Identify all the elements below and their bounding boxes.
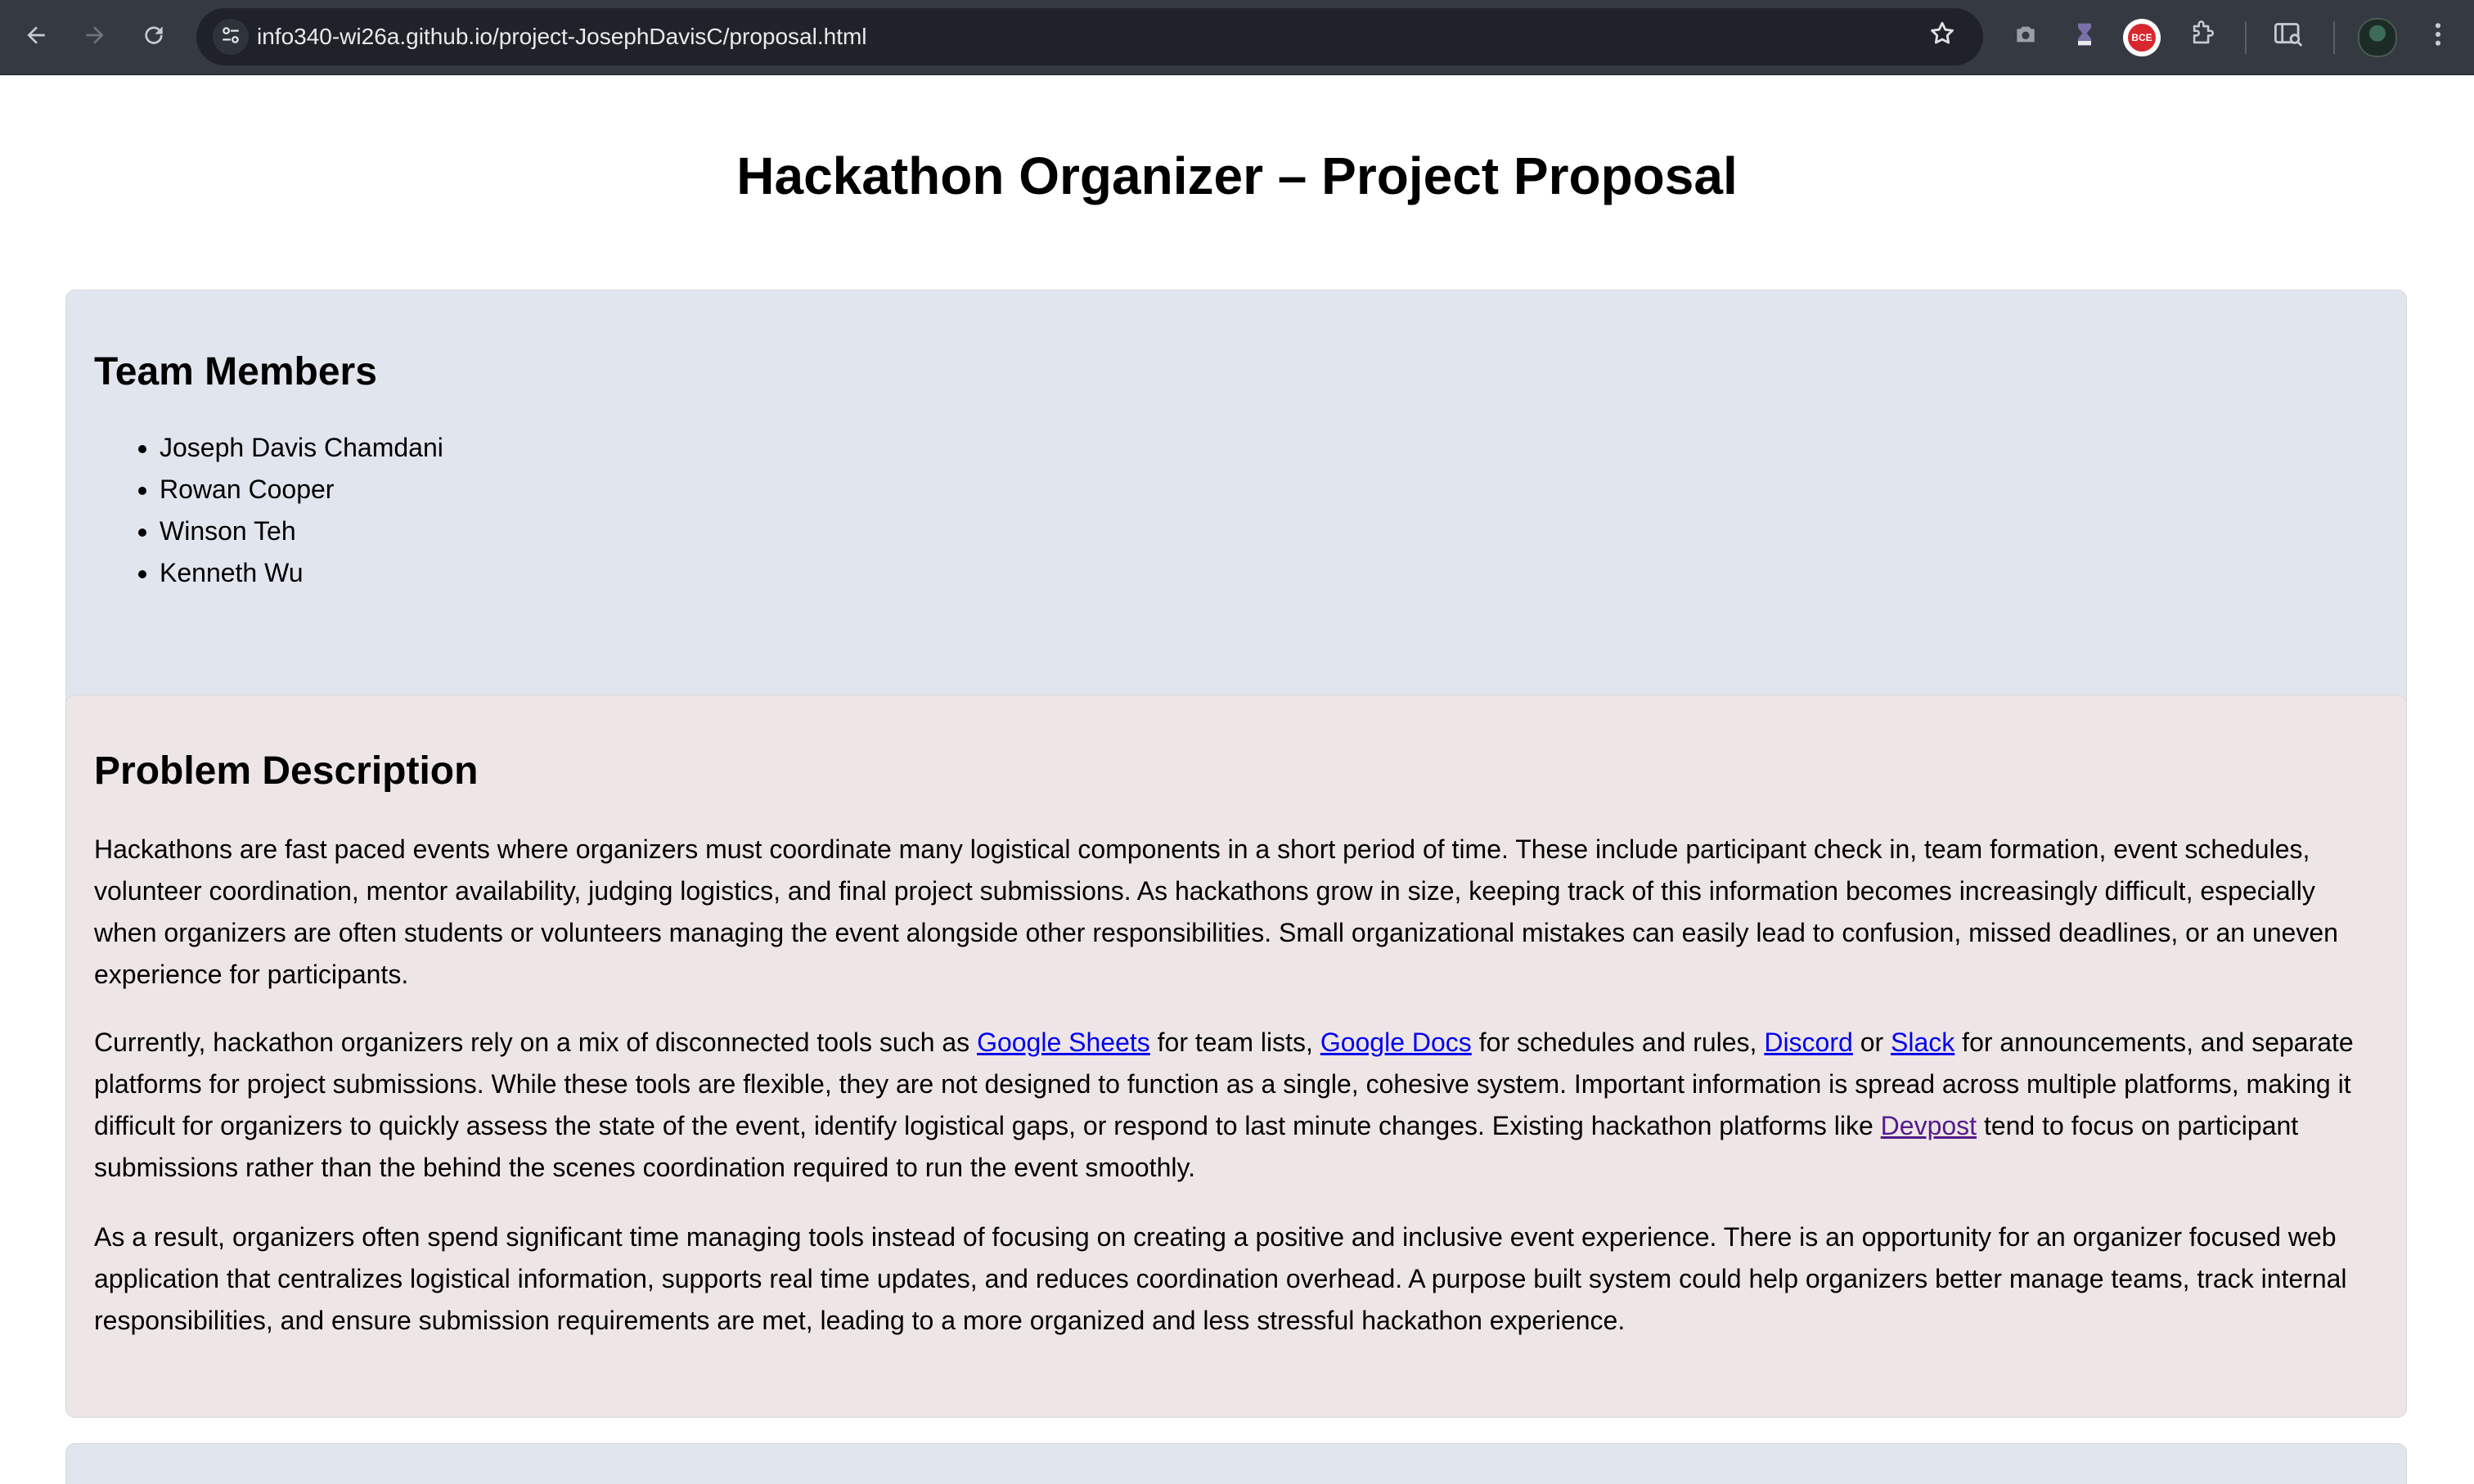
paragraph-text: Currently, hackathon organizers rely on …: [94, 1028, 978, 1057]
list-item: Winson Teh: [160, 510, 443, 552]
site-info-button[interactable]: [213, 19, 249, 55]
problem-paragraph-3: As a result, organizers often spend sign…: [94, 1222, 2347, 1335]
browser-menu-button[interactable]: [2415, 15, 2461, 61]
side-panel-search-icon: [2274, 21, 2304, 54]
next-section: [65, 1443, 2407, 1484]
red-badge-extension: BCE: [2123, 19, 2161, 56]
paragraph-text: or: [1852, 1028, 1891, 1057]
extension-button-1[interactable]: [2062, 15, 2107, 61]
address-bar[interactable]: info340-wi26a.github.io/project-JosephDa…: [196, 8, 1983, 65]
google-docs-link[interactable]: Google Docs: [1320, 1028, 1472, 1057]
forward-button[interactable]: [72, 15, 118, 61]
star-icon: [1928, 20, 1956, 55]
problem-paragraph-1: Hackathons are fast paced events where o…: [94, 834, 2338, 989]
browser-toolbar: info340-wi26a.github.io/project-JosephDa…: [0, 0, 2474, 75]
reload-button[interactable]: [131, 15, 177, 61]
team-members-list: Joseph Davis Chamdani Rowan Cooper Winso…: [94, 427, 443, 594]
team-members-section: Team Members Joseph Davis Chamdani Rowan…: [65, 290, 2407, 743]
list-item: Kenneth Wu: [160, 552, 443, 594]
back-button[interactable]: [13, 15, 59, 61]
paragraph-text: for schedules and rules,: [1471, 1028, 1765, 1057]
list-item: Joseph Davis Chamdani: [160, 427, 443, 469]
profile-button[interactable]: [2355, 15, 2400, 61]
reload-icon: [141, 22, 167, 53]
team-members-heading: Team Members: [94, 350, 377, 393]
arrow-right-icon: [82, 22, 108, 53]
paragraph-text: for team lists,: [1149, 1028, 1320, 1057]
page-content: Hackathon Organizer – Project Proposal T…: [0, 75, 2474, 1484]
tune-icon: [220, 25, 241, 50]
discord-link[interactable]: Discord: [1764, 1028, 1852, 1057]
extension-badge-text: BCE: [2128, 24, 2156, 52]
extensions-button[interactable]: [2179, 15, 2225, 61]
problem-paragraph-2: Currently, hackathon organizers rely on …: [94, 1022, 2385, 1189]
side-panel-button[interactable]: [2266, 15, 2312, 61]
screenshot-button[interactable]: [2003, 15, 2049, 61]
puzzle-icon: [2188, 20, 2216, 55]
hourglass-icon: [2073, 21, 2096, 54]
url-text[interactable]: info340-wi26a.github.io/project-JosephDa…: [257, 8, 867, 65]
avatar: [2358, 18, 2397, 57]
page-title: Hackathon Organizer – Project Proposal: [736, 146, 1738, 205]
kebab-menu-icon: [2434, 21, 2442, 54]
extension-button-2[interactable]: BCE: [2119, 15, 2165, 61]
google-sheets-link[interactable]: Google Sheets: [977, 1028, 1150, 1057]
toolbar-divider: [2245, 21, 2247, 54]
problem-description-heading: Problem Description: [94, 749, 479, 793]
toolbar-divider: [2333, 21, 2335, 54]
slack-link[interactable]: Slack: [1891, 1028, 1954, 1057]
list-item: Rowan Cooper: [160, 469, 443, 510]
bookmark-button[interactable]: [1923, 17, 1962, 56]
camera-icon: [2013, 21, 2039, 54]
arrow-left-icon: [23, 22, 49, 53]
problem-description-section: Problem Description Hackathons are fast …: [65, 695, 2407, 1418]
devpost-link[interactable]: Devpost: [1881, 1111, 1977, 1140]
